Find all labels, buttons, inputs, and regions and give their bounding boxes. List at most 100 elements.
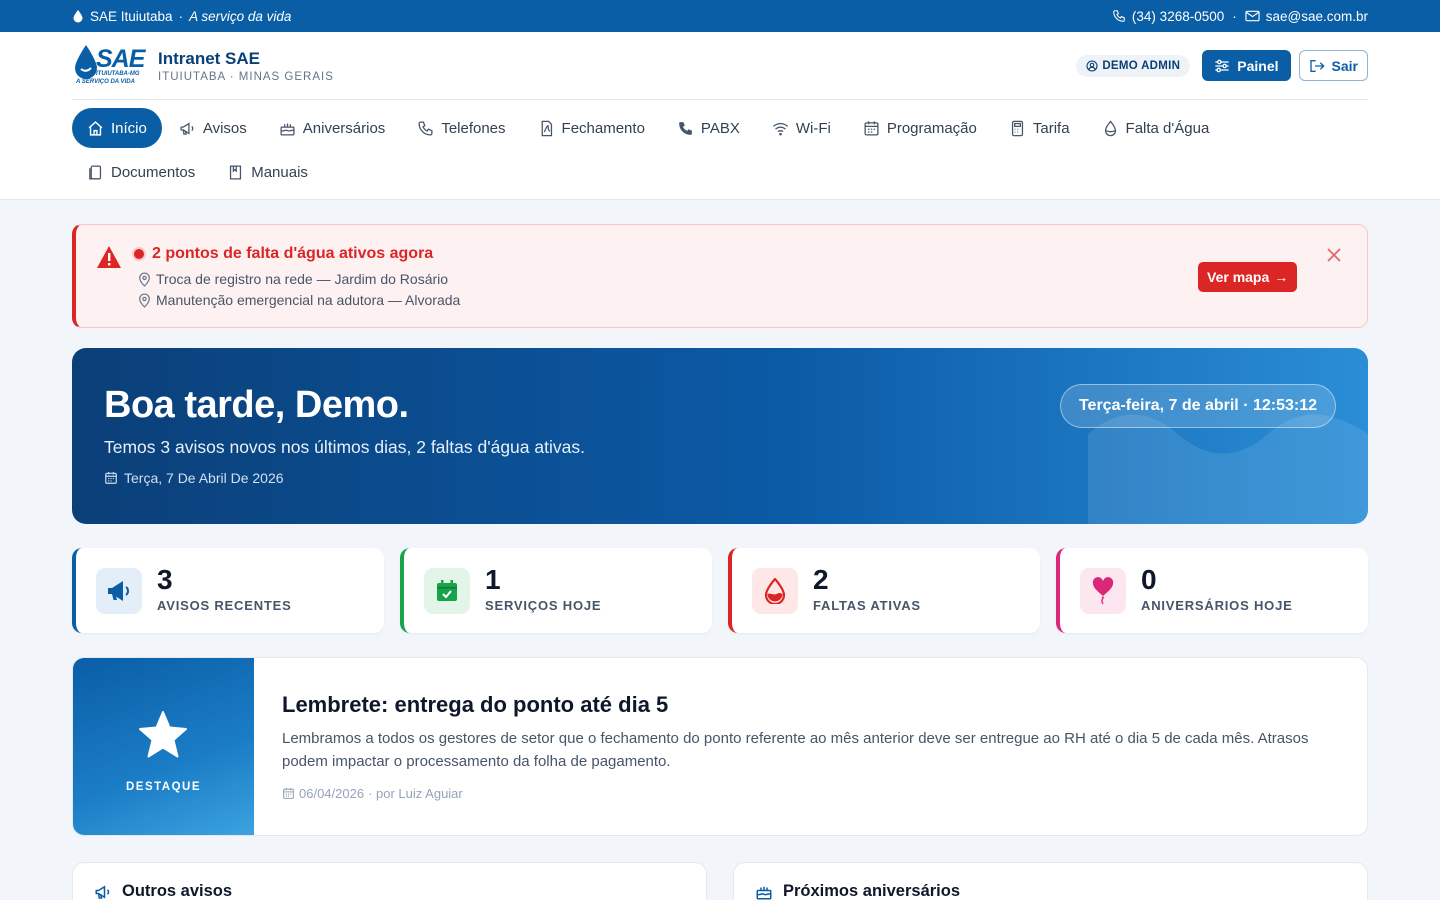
map-pin-icon bbox=[138, 293, 151, 308]
featured-date: 06/04/2026 bbox=[299, 786, 365, 801]
site-subtitle: ITUIUTABA · MINAS GERAIS bbox=[158, 70, 334, 83]
user-name: DEMO ADMIN bbox=[1102, 59, 1181, 72]
nav-avisos[interactable]: Avisos bbox=[164, 108, 262, 148]
book-icon bbox=[227, 164, 244, 181]
nav-manuais[interactable]: Manuais bbox=[212, 152, 323, 192]
calendar-icon bbox=[104, 471, 118, 485]
nav-label: Documentos bbox=[111, 163, 196, 181]
logout-button[interactable]: Sair bbox=[1298, 50, 1368, 81]
other-notices-card: Outros avisos bbox=[72, 862, 707, 900]
alert-title: 2 pontos de falta d'água ativos agora bbox=[152, 245, 434, 262]
sae-logo: SAE ITUIUTABA-MG A SERVIÇO DA VIDA bbox=[72, 43, 148, 89]
cake-icon bbox=[754, 883, 774, 900]
logout-icon bbox=[1309, 59, 1325, 73]
megaphone-icon bbox=[93, 883, 113, 900]
featured-body: Lembramos a todos os gestores de setor q… bbox=[282, 730, 1309, 770]
nav-label: Programação bbox=[886, 119, 977, 137]
contact-phone[interactable]: (34) 3268-0500 bbox=[1132, 9, 1224, 24]
brand-text: Intranet SAE ITUIUTABA · MINAS GERAIS bbox=[158, 49, 334, 83]
brand-row: SAE ITUIUTABA-MG A SERVIÇO DA VIDA Intra… bbox=[72, 32, 1368, 100]
stat-label: FALTAS ATIVAS bbox=[813, 598, 921, 613]
welcome-hero: Boa tarde, Demo. Temos 3 avisos novos no… bbox=[72, 348, 1368, 524]
user-badge[interactable]: DEMO ADMIN bbox=[1076, 54, 1191, 77]
star-icon bbox=[139, 711, 187, 758]
featured-meta: 06/04/2026 · por Luiz Aguiar bbox=[282, 786, 463, 801]
wave-decoration bbox=[1088, 414, 1368, 524]
nav-falta-agua[interactable]: Falta d'Água bbox=[1087, 108, 1225, 148]
card-title-row: Próximos aniversários bbox=[754, 882, 960, 900]
balloon-icon bbox=[1080, 568, 1126, 614]
wifi-icon bbox=[772, 120, 789, 137]
stat-value: 2 bbox=[813, 564, 829, 595]
live-clock: Terça-feira, 7 de abril · 12:53:12 bbox=[1060, 384, 1336, 428]
logo-subtitle: ITUIUTABA-MG bbox=[96, 70, 140, 77]
nav-programacao[interactable]: Programação bbox=[848, 108, 992, 148]
card-title: Próximos aniversários bbox=[783, 882, 961, 900]
contact-email[interactable]: sae@sae.com.br bbox=[1266, 9, 1368, 24]
stat-card-servicos[interactable]: 1 SERVIÇOS HOJE bbox=[400, 548, 712, 633]
nav-pabx[interactable]: PABX bbox=[662, 108, 755, 148]
home-icon bbox=[87, 120, 104, 137]
water-drop-icon bbox=[72, 9, 84, 23]
featured-title[interactable]: Lembrete: entrega do ponto até dia 5 bbox=[282, 692, 668, 718]
map-pin-icon bbox=[138, 272, 151, 287]
megaphone-icon bbox=[179, 120, 196, 137]
header-actions: DEMO ADMIN Painel Sair bbox=[1076, 50, 1368, 81]
view-map-button[interactable]: Ver mapa → bbox=[1198, 262, 1298, 292]
user-circle-icon bbox=[1086, 59, 1098, 72]
hero-summary: Temos 3 avisos novos nos últimos dias, 2… bbox=[104, 437, 585, 457]
megaphone-icon bbox=[96, 568, 142, 614]
view-map-label: Ver mapa bbox=[1207, 269, 1270, 285]
logo-slogan: A SERVIÇO DA VIDA bbox=[76, 78, 135, 85]
warning-icon bbox=[96, 245, 122, 269]
top-info-bar: SAE Ituiutaba · A serviço da vida (34) 3… bbox=[0, 0, 1440, 32]
nav-label: Avisos bbox=[202, 119, 247, 137]
stat-card-faltas[interactable]: 2 FALTAS ATIVAS bbox=[728, 548, 1040, 633]
separator: · bbox=[178, 8, 184, 24]
nav-label: PABX bbox=[700, 119, 740, 137]
nav-telefones[interactable]: Telefones bbox=[402, 108, 520, 148]
upcoming-birthdays-card: Próximos aniversários bbox=[733, 862, 1368, 900]
nav-label: Falta d'Água bbox=[1125, 119, 1210, 137]
featured-tag: DESTAQUE bbox=[125, 781, 202, 793]
nav-aniversarios[interactable]: Aniversários bbox=[264, 108, 401, 148]
hero-date-row: Terça, 7 De Abril De 2026 bbox=[104, 470, 284, 486]
separator: · bbox=[1232, 8, 1237, 24]
org-name: SAE Ituiutaba bbox=[90, 8, 173, 24]
nav-fechamento[interactable]: Fechamento bbox=[523, 108, 660, 148]
close-icon[interactable] bbox=[1326, 247, 1342, 263]
brand[interactable]: SAE ITUIUTABA-MG A SERVIÇO DA VIDA Intra… bbox=[72, 43, 334, 89]
site-header: SAE ITUIUTABA-MG A SERVIÇO DA VIDA Intra… bbox=[0, 32, 1440, 200]
card-title-row: Outros avisos bbox=[93, 882, 232, 900]
nav-documentos[interactable]: Documentos bbox=[72, 152, 210, 192]
water-outage-alert: 2 pontos de falta d'água ativos agora Tr… bbox=[72, 224, 1368, 328]
stat-card-avisos[interactable]: 3 AVISOS RECENTES bbox=[72, 548, 384, 633]
sliders-icon bbox=[1214, 59, 1230, 73]
card-title: Outros avisos bbox=[122, 882, 233, 900]
calculator-icon bbox=[1009, 120, 1026, 137]
nav-label: Telefones bbox=[441, 119, 506, 137]
stat-value: 0 bbox=[1141, 564, 1157, 595]
nav-row-1: Início Avisos Aniversários Telefones Fec… bbox=[72, 108, 1368, 148]
alert-point-text: Manutenção emergencial na adutora — Alvo… bbox=[156, 292, 461, 308]
mail-icon bbox=[1245, 10, 1260, 22]
alert-point: Manutenção emergencial na adutora — Alvo… bbox=[138, 292, 460, 308]
featured-notice[interactable]: DESTAQUE Lembrete: entrega do ponto até … bbox=[72, 657, 1368, 836]
stat-card-aniversarios[interactable]: 0 ANIVERSÁRIOS HOJE bbox=[1056, 548, 1368, 633]
main-nav: Início Avisos Aniversários Telefones Fec… bbox=[72, 108, 1368, 196]
stat-label: SERVIÇOS HOJE bbox=[485, 598, 602, 613]
calendar-icon bbox=[282, 787, 295, 800]
files-icon bbox=[87, 164, 104, 181]
nav-wifi[interactable]: Wi-Fi bbox=[757, 108, 846, 148]
live-dot bbox=[134, 249, 144, 259]
stat-label: AVISOS RECENTES bbox=[157, 598, 292, 613]
painel-button[interactable]: Painel bbox=[1202, 50, 1291, 81]
contact-info: (34) 3268-0500 · sae@sae.com.br bbox=[1112, 9, 1368, 24]
site-title: Intranet SAE bbox=[158, 48, 261, 68]
tagline: A serviço da vida bbox=[189, 8, 292, 24]
nav-tarifa[interactable]: Tarifa bbox=[994, 108, 1085, 148]
stat-value: 1 bbox=[485, 564, 501, 595]
nav-inicio[interactable]: Início bbox=[72, 108, 162, 148]
nav-label: Início bbox=[111, 119, 147, 137]
nav-row-2: Documentos Manuais bbox=[72, 152, 1368, 192]
